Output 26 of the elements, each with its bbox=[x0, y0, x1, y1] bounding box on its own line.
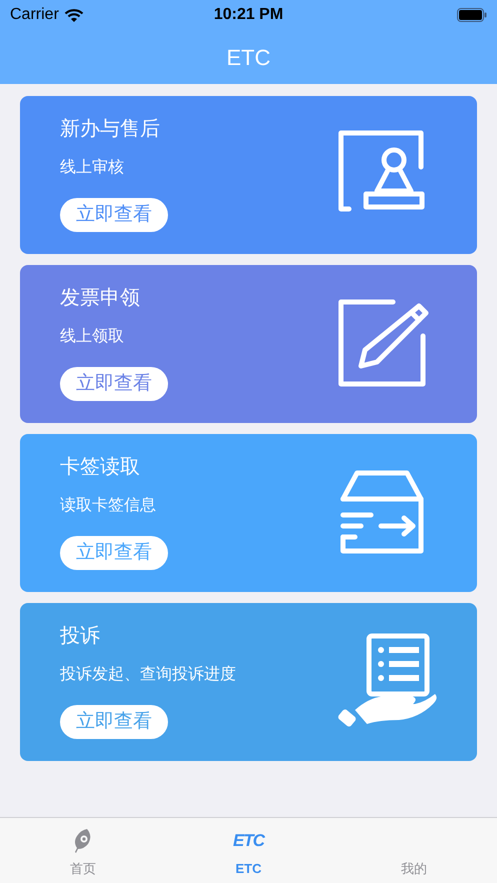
card-title: 新办与售后 bbox=[60, 117, 160, 142]
view-button[interactable]: 立即查看 bbox=[60, 367, 168, 401]
service-card[interactable]: 投诉 投诉发起、查询投诉进度 立即查看 bbox=[20, 603, 477, 761]
card-subtitle: 读取卡签信息 bbox=[60, 496, 156, 516]
service-card[interactable]: 发票申领 线上领取 立即查看 bbox=[20, 265, 477, 423]
status-time: 10:21 PM bbox=[214, 5, 284, 25]
service-card[interactable]: 卡签读取 读取卡签信息 立即查看 bbox=[20, 434, 477, 592]
card-title: 卡签读取 bbox=[60, 455, 140, 480]
view-button[interactable]: 立即查看 bbox=[60, 536, 168, 570]
tab-item[interactable]: 我的 bbox=[401, 859, 428, 878]
card-title: 发票申领 bbox=[60, 286, 140, 311]
etc-logo-icon: ETC bbox=[232, 828, 264, 854]
card-subtitle: 线上审核 bbox=[60, 158, 124, 178]
tab-item[interactable]: ETC bbox=[235, 859, 262, 878]
wifi-icon bbox=[64, 8, 84, 22]
card-title: 投诉 bbox=[60, 624, 100, 649]
card-subtitle: 投诉发起、查询投诉进度 bbox=[60, 665, 236, 685]
service-card[interactable]: 新办与售后 线上审核 立即查看 bbox=[20, 96, 477, 254]
feather-icon bbox=[72, 828, 93, 854]
nav-title: ETC bbox=[226, 44, 270, 72]
battery-icon bbox=[457, 8, 487, 22]
tab-item[interactable]: 首页 bbox=[70, 859, 96, 878]
carrier-name: Carrier bbox=[10, 5, 59, 25]
view-button[interactable]: 立即查看 bbox=[60, 198, 168, 232]
card-subtitle: 线上领取 bbox=[60, 327, 124, 347]
view-button[interactable]: 立即查看 bbox=[60, 705, 168, 739]
